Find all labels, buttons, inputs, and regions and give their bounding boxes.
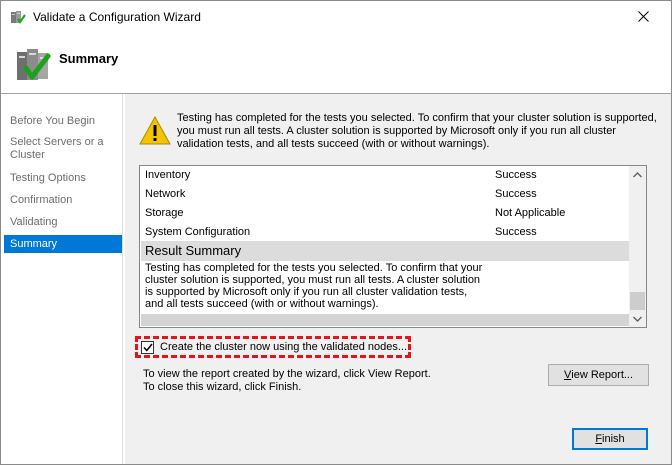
window-title: Validate a Configuration Wizard [33,10,201,24]
chevron-up-icon [633,171,642,177]
create-cluster-checkbox[interactable] [141,341,154,354]
summary-footer-bar [141,314,631,326]
wizard-window: Validate a Configuration Wizard Summary … [0,0,672,465]
result-summary-text: Testing has completed for the tests you … [145,262,483,310]
warning-icon [139,116,171,145]
finish-label: inish [602,433,625,445]
finish-hint: To close this wizard, click Finish. [143,381,302,393]
title-bar: Validate a Configuration Wizard [1,1,671,32]
step-validating: Validating [10,216,58,228]
page-title: Summary [59,51,119,66]
chevron-down-icon [633,316,642,322]
test-status: Not Applicable [495,207,566,219]
test-name: Inventory [145,169,191,181]
intro-message: Testing has completed for the tests you … [177,112,657,150]
result-summary-heading: Result Summary [141,241,631,261]
report-scrollbar[interactable] [629,166,646,327]
finish-mnemonic: F [595,433,603,445]
view-report-hint: To view the report created by the wizard… [143,368,431,380]
view-report-button[interactable]: View Report... [548,364,649,386]
wizard-header: Summary [1,32,671,92]
wizard-content: Testing has completed for the tests you … [125,94,671,464]
validation-report-box[interactable]: Inventory Success Network Success Storag… [139,165,647,328]
test-name: System Configuration [145,226,251,238]
test-name: Storage [145,207,184,219]
cluster-validate-icon [17,49,51,80]
step-before-you-begin: Before You Begin [10,115,96,127]
scroll-up-button[interactable] [629,166,646,183]
test-status: Success [495,169,537,181]
test-status: Success [495,188,537,200]
cluster-app-icon [11,11,26,24]
scroll-thumb[interactable] [630,292,645,310]
close-button[interactable] [615,1,671,32]
step-select-servers: Select Servers or a Cluster [10,136,104,161]
close-icon [637,11,649,22]
test-status: Success [495,226,537,238]
create-cluster-label[interactable]: Create the cluster now using the validat… [160,341,407,354]
step-confirmation: Confirmation [10,194,73,206]
view-report-label: iew Report... [571,369,634,381]
finish-button[interactable]: Finish [572,428,648,450]
wizard-steps-sidebar: Before You Begin Select Servers or a Clu… [1,94,123,464]
step-testing-options: Testing Options [10,172,86,184]
test-name: Network [145,188,186,200]
view-report-mnemonic: V [563,369,572,381]
checkmark-icon [142,343,153,352]
step-summary: Summary [4,235,122,253]
scroll-down-button[interactable] [629,310,646,327]
